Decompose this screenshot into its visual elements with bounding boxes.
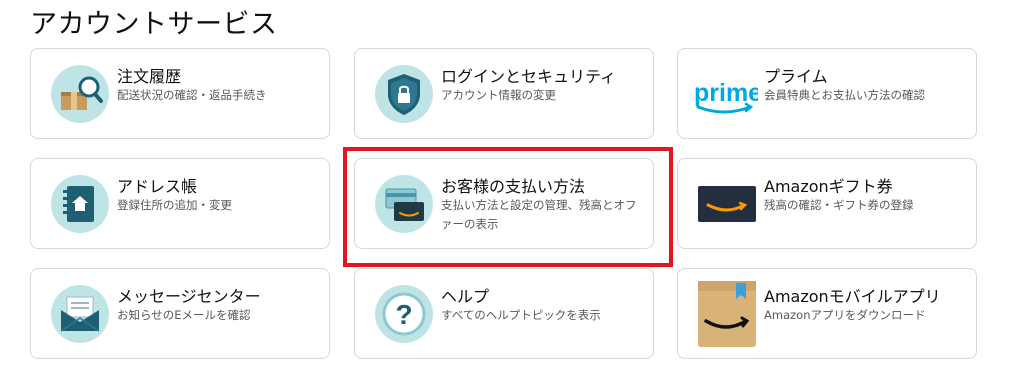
card-description: お知らせのEメールを確認 bbox=[117, 308, 251, 322]
prime-logo-text: prime bbox=[694, 79, 758, 107]
card-title: メッセージセンター bbox=[117, 287, 261, 306]
card-title: ログインとセキュリティ bbox=[441, 67, 617, 86]
card-title: Amazonギフト券 bbox=[764, 177, 893, 196]
order-history-icon bbox=[51, 65, 109, 123]
help-question-icon: ? bbox=[375, 285, 433, 343]
card-prime[interactable]: prime プライム 会員特典とお支払い方法の確認 bbox=[677, 48, 977, 139]
card-description: 支払い方法と設定の管理、残高とオファーの表示 bbox=[441, 198, 637, 231]
card-help[interactable]: ? ヘルプ すべてのヘルプトピックを表示 bbox=[354, 268, 654, 359]
card-description: 残高の確認・ギフト券の登録 bbox=[764, 198, 914, 212]
amazon-app-icon bbox=[696, 279, 758, 349]
card-description: 配送状況の確認・返品手続き bbox=[117, 88, 267, 102]
card-address-book[interactable]: アドレス帳 登録住所の追加・変更 bbox=[30, 158, 330, 249]
card-description: アカウント情報の変更 bbox=[441, 88, 556, 102]
card-description: Amazonアプリをダウンロード bbox=[764, 308, 926, 322]
card-message-center[interactable]: メッセージセンター お知らせのEメールを確認 bbox=[30, 268, 330, 359]
card-title: ヘルプ bbox=[441, 287, 490, 306]
card-payment-methods[interactable]: お客様の支払い方法 支払い方法と設定の管理、残高とオファーの表示 bbox=[354, 158, 654, 249]
card-title: アドレス帳 bbox=[117, 177, 198, 196]
prime-logo-icon: prime bbox=[692, 65, 762, 123]
page-title: アカウントサービス bbox=[30, 9, 278, 40]
card-gift-card[interactable]: Amazonギフト券 残高の確認・ギフト券の登録 bbox=[677, 158, 977, 249]
help-question-mark: ? bbox=[395, 299, 412, 330]
gift-card-icon bbox=[696, 175, 758, 233]
card-order-history[interactable]: 注文履歴 配送状況の確認・返品手続き bbox=[30, 48, 330, 139]
card-description: すべてのヘルプトピックを表示 bbox=[441, 308, 601, 322]
card-title: Amazonモバイルアプリ bbox=[764, 287, 941, 306]
payment-cards-icon bbox=[375, 175, 433, 233]
card-title: お客様の支払い方法 bbox=[441, 177, 586, 196]
card-title: プライム bbox=[764, 67, 828, 86]
card-description: 登録住所の追加・変更 bbox=[117, 198, 232, 212]
security-shield-icon bbox=[375, 65, 433, 123]
address-book-icon bbox=[51, 175, 109, 233]
message-envelope-icon bbox=[51, 285, 109, 343]
card-title: 注文履歴 bbox=[117, 67, 182, 86]
card-mobile-app[interactable]: Amazonモバイルアプリ Amazonアプリをダウンロード bbox=[677, 268, 977, 359]
card-description: 会員特典とお支払い方法の確認 bbox=[764, 88, 925, 102]
card-login-security[interactable]: ログインとセキュリティ アカウント情報の変更 bbox=[354, 48, 654, 139]
